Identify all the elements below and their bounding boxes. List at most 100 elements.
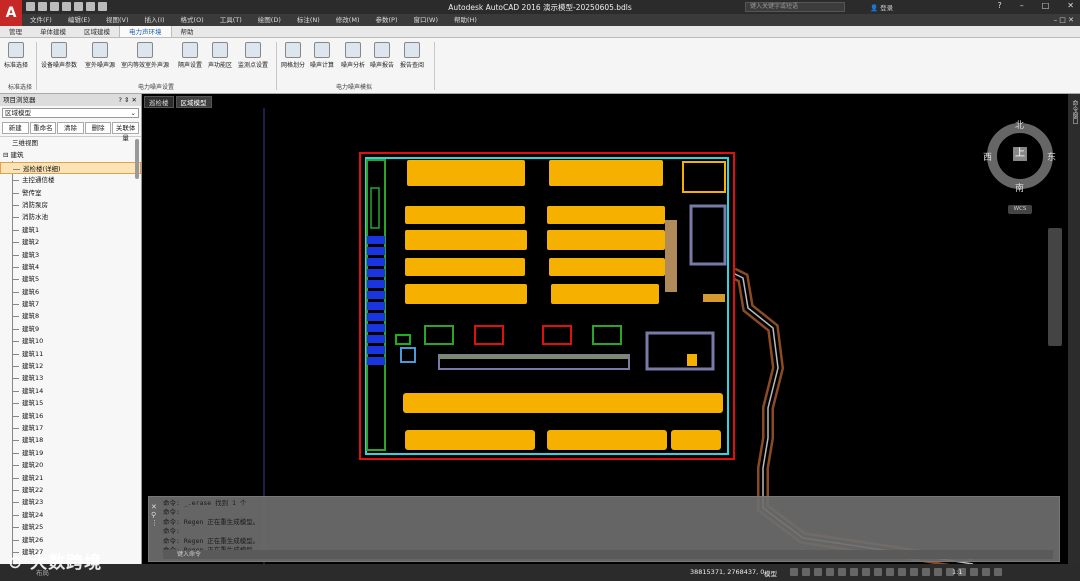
tree-item[interactable]: 建筑10 (0, 335, 141, 347)
menu-parameter[interactable]: 参数(P) (367, 14, 405, 26)
clear-button[interactable]: 清除 (57, 122, 84, 134)
tree-item[interactable]: 建筑17 (0, 422, 141, 434)
maximize-icon[interactable]: □ (1042, 1, 1050, 10)
tree-item[interactable]: 警传室 (0, 187, 141, 199)
minimize-icon[interactable]: – (1020, 1, 1024, 10)
ribbon-tool-11[interactable]: 报告查阅 (400, 42, 424, 69)
annotation-scale[interactable]: 1:1 (952, 568, 962, 576)
model-space-toggle[interactable]: 模型 (764, 568, 777, 578)
tree-item[interactable]: 建筑12 (0, 360, 141, 372)
tree-item[interactable]: 建筑22 (0, 484, 141, 496)
drawing-tab-0[interactable]: 巡检楼 (144, 96, 174, 108)
tree-item[interactable]: 建筑4 (0, 261, 141, 273)
tree-item[interactable]: 建筑24 (0, 509, 141, 521)
new-button[interactable]: 新建 (2, 122, 29, 134)
tree-item[interactable]: 建筑20 (0, 459, 141, 471)
tree-item[interactable]: 建筑1 (0, 224, 141, 236)
tree-item[interactable]: 建筑8 (0, 310, 141, 322)
units-icon[interactable] (934, 568, 942, 576)
close-icon[interactable]: ✕ (1067, 1, 1074, 10)
ribbon-tab-1[interactable]: 单体建模 (31, 26, 75, 37)
otrack-icon[interactable] (850, 568, 858, 576)
command-input[interactable]: 键入命令 (163, 550, 1053, 559)
tree-item[interactable]: 建筑21 (0, 472, 141, 484)
tree-item[interactable]: 建筑23 (0, 496, 141, 508)
workspace-icon[interactable] (922, 568, 930, 576)
menu-window[interactable]: 窗口(W) (405, 14, 446, 26)
navigation-bar[interactable] (1048, 228, 1062, 346)
tree-item[interactable]: 建筑6 (0, 286, 141, 298)
gizmo-icon[interactable] (898, 568, 906, 576)
ribbon-tool-7[interactable]: 网格划分 (281, 42, 305, 69)
tree-item[interactable]: 主控通信楼 (0, 174, 141, 186)
tree-item[interactable]: 建筑5 (0, 273, 141, 285)
compass-west[interactable]: 西 (983, 150, 992, 163)
ribbon-tab-2[interactable]: 区域建模 (75, 26, 119, 37)
tree-item[interactable]: 建筑7 (0, 298, 141, 310)
ribbon-tab-4[interactable]: 帮助 (172, 26, 203, 37)
tree-item[interactable]: 建筑15 (0, 397, 141, 409)
tree-item[interactable]: 建筑3 (0, 249, 141, 261)
tree-item[interactable]: 建筑19 (0, 447, 141, 459)
tree-item[interactable]: 建筑26 (0, 534, 141, 546)
ribbon-tool-6[interactable]: 监测点设置 (238, 42, 268, 69)
autocad-logo[interactable]: A (0, 0, 22, 26)
link-mass-button[interactable]: 关联体量 (112, 122, 139, 142)
signin-link[interactable]: 👤 登录 (870, 2, 893, 12)
ribbon-tab-0[interactable]: 管理 (0, 26, 31, 37)
tree-item[interactable]: 巡检楼(详细) (0, 161, 141, 175)
ribbon-tool-5[interactable]: 声功能区 (208, 42, 232, 69)
tree-item[interactable]: 建筑13 (0, 372, 141, 384)
search-input[interactable]: 键入关键字或短语 (745, 2, 845, 12)
ribbon-tool-4[interactable]: 隔声设置 (178, 42, 202, 69)
command-grip-icon[interactable]: ✕ ⚲ ⋮ (151, 503, 158, 527)
tree-item[interactable]: 建筑14 (0, 385, 141, 397)
ribbon-tool-9[interactable]: 噪声分析 (341, 42, 365, 69)
tree-item[interactable]: 建筑11 (0, 348, 141, 360)
osnap-icon[interactable] (838, 568, 846, 576)
tree-item[interactable]: 建筑2 (0, 236, 141, 248)
drawing-tab-1[interactable]: 区域模型 (175, 96, 212, 108)
help-icon[interactable]: ? (997, 1, 1001, 10)
tree-scrollbar[interactable] (135, 139, 139, 179)
lineweight-icon[interactable] (862, 568, 870, 576)
tree-item[interactable]: 建筑18 (0, 434, 141, 446)
ribbon-tab-3[interactable]: 电力声环境 (119, 26, 172, 37)
transparency-icon[interactable] (874, 568, 882, 576)
tree-item[interactable]: 消防水池 (0, 211, 141, 223)
ribbon-tool-3[interactable]: 室内等效室外声源 (121, 42, 169, 69)
tree-item[interactable]: 建筑9 (0, 323, 141, 335)
ortho-icon[interactable] (814, 568, 822, 576)
hardware-icon[interactable] (982, 568, 990, 576)
compass-south[interactable]: 南 (1015, 181, 1024, 194)
doc-window-controls[interactable]: – □ ✕ (1054, 14, 1080, 26)
isolate-icon[interactable] (970, 568, 978, 576)
ribbon-tool-1[interactable]: 设备噪声参数 (41, 42, 77, 69)
wcs-menu[interactable]: WCS (1008, 205, 1032, 214)
menu-tools[interactable]: 工具(T) (212, 14, 250, 26)
ribbon-tool-2[interactable]: 室外噪声源 (85, 42, 115, 69)
panel-controls[interactable]: ? ⇕ ✕ (119, 94, 137, 106)
menu-file[interactable]: 文件(F) (22, 14, 60, 26)
selection-icon[interactable] (886, 568, 894, 576)
annotation-icon[interactable] (910, 568, 918, 576)
menu-dimension[interactable]: 标注(N) (289, 14, 328, 26)
snap-icon[interactable] (802, 568, 810, 576)
tree-item[interactable]: 建筑25 (0, 521, 141, 533)
menu-draw[interactable]: 绘图(D) (250, 14, 289, 26)
polar-icon[interactable] (826, 568, 834, 576)
delete-button[interactable]: 删除 (84, 122, 112, 134)
compass-north[interactable]: 北 (1015, 118, 1024, 131)
tree-item[interactable]: 消防泵房 (0, 199, 141, 211)
ribbon-tool-10[interactable]: 噪声报告 (370, 42, 394, 69)
ribbon-tool-0[interactable]: 标准选择 (4, 42, 28, 69)
tree-item[interactable]: 建筑16 (0, 410, 141, 422)
grid-icon[interactable] (790, 568, 798, 576)
compass-east[interactable]: 东 (1047, 150, 1056, 163)
menu-help[interactable]: 帮助(H) (446, 14, 485, 26)
menu-insert[interactable]: 插入(I) (137, 14, 173, 26)
rename-button[interactable]: 重命名 (29, 122, 57, 134)
tree-item-3d-views[interactable]: 三维视图 (0, 137, 141, 149)
clean-screen-icon[interactable] (994, 568, 1002, 576)
menu-view[interactable]: 视图(V) (98, 14, 137, 26)
